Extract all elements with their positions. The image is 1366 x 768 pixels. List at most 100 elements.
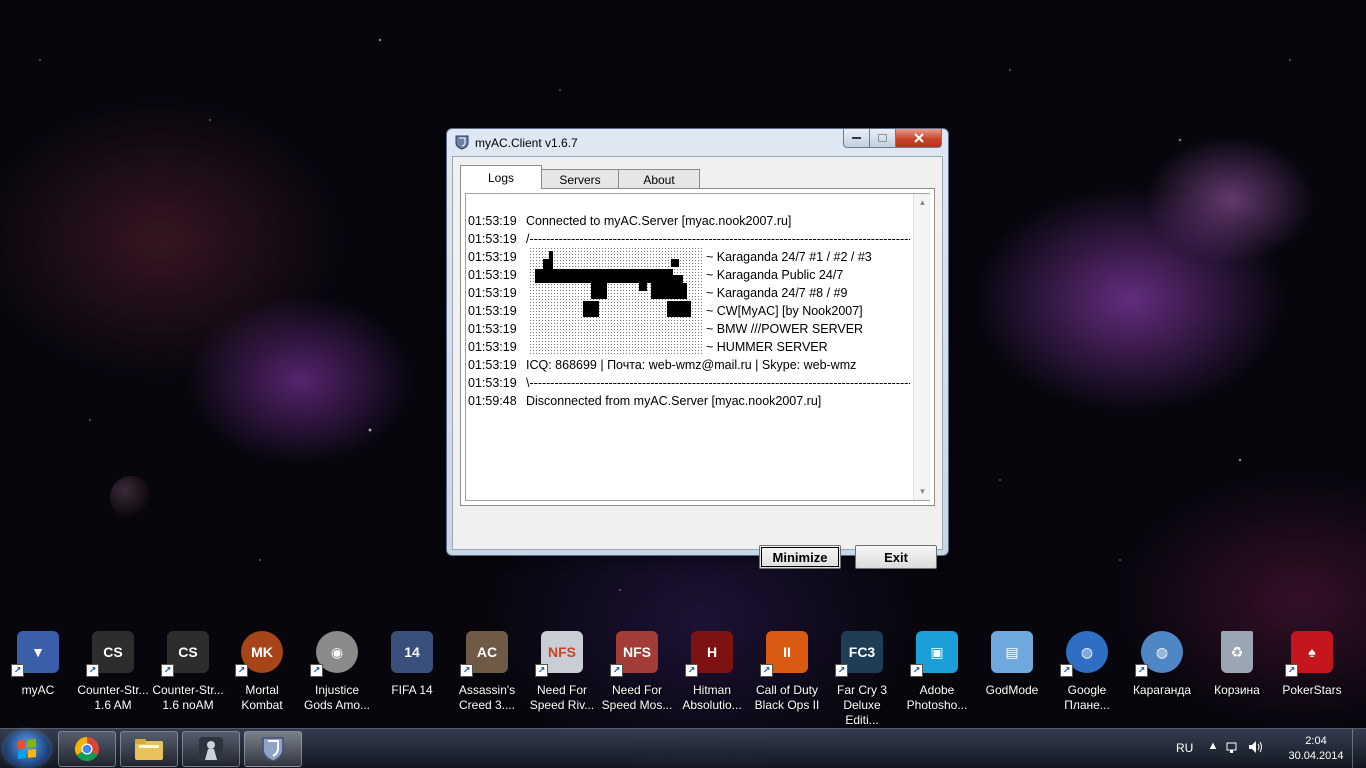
shield-icon: [262, 737, 284, 762]
log-message: \---------------------------------------…: [526, 376, 910, 390]
log-time: 01:53:19: [468, 286, 517, 300]
window-minimize-button[interactable]: [843, 129, 870, 148]
shortcut-arrow-icon: ↗: [835, 664, 848, 677]
taskbar-item-chrome[interactable]: [58, 731, 116, 767]
recycle-bin-icon: ♻: [1221, 631, 1253, 673]
disc-icon: ◉ ↗: [310, 631, 358, 677]
fc3-icon: FC3 ↗: [835, 631, 883, 677]
myac-client-window: myAC.Client v1.6.7 Logs Servers About 01…: [446, 128, 949, 569]
desktop-icon-label: Need For Speed Mos...: [601, 683, 673, 712]
wallpaper-planet: [110, 476, 152, 518]
desktop-icon-label: PokerStars: [1282, 683, 1342, 697]
scroll-up-arrow-icon[interactable]: ▲: [914, 194, 931, 211]
desktop-icon-counter-strike-am[interactable]: CS ↗ Counter-Str... 1.6 AM: [76, 628, 150, 713]
desktop-icon-nfs-rivals[interactable]: NFS ↗ Need For Speed Riv...: [525, 628, 599, 713]
desktop-icon-pokerstars[interactable]: ♠ ↗ PokerStars: [1275, 628, 1349, 698]
scroll-down-arrow-icon[interactable]: ▼: [914, 483, 931, 500]
log-textbox[interactable]: 01:53:19 Connected to myAC.Server [myac.n…: [465, 193, 930, 501]
cs-icon: CS ↗: [161, 631, 209, 677]
desktop-icon-label: Mortal Kombat: [241, 683, 283, 712]
desktop-icon-fifa14[interactable]: 14 FIFA 14: [375, 628, 449, 698]
nfs-icon: NFS ↗: [535, 631, 583, 677]
desktop-icon-label: Counter-Str... 1.6 AM: [77, 683, 149, 712]
tab-about[interactable]: About: [618, 169, 700, 189]
desktop-icon-far-cry-3[interactable]: FC3 ↗ Far Cry 3 Deluxe Editi...: [825, 628, 899, 728]
desktop-icon-counter-strike-noam[interactable]: CS ↗ Counter-Str... 1.6 noAM: [151, 628, 225, 713]
log-time: 01:59:48: [468, 394, 517, 408]
globe-icon: ◍ ↗: [1135, 631, 1183, 677]
start-button[interactable]: [4, 731, 50, 767]
windows-logo-icon: [18, 739, 36, 759]
desktop-icon-label: Hitman Absolutio...: [682, 683, 742, 712]
desktop-icon-label: Assassin's Creed 3....: [458, 683, 516, 712]
network-icon[interactable]: [1226, 740, 1240, 756]
desktop-icon-nfs-most-wanted[interactable]: NFS ↗ Need For Speed Mos...: [600, 628, 674, 713]
photoshop-icon: ▣ ↗: [910, 631, 958, 677]
desktop-icon-label: Need For Speed Riv...: [529, 683, 595, 712]
maximize-icon: [877, 133, 887, 142]
clock[interactable]: 2:04 30.04.2014: [1284, 734, 1348, 764]
cod-icon: II ↗: [760, 631, 808, 677]
desktop-icon-injustice[interactable]: ◉ ↗ Injustice Gods Amo...: [300, 628, 374, 713]
close-icon: [913, 133, 924, 143]
desktop-icon-label: Корзина: [1214, 683, 1260, 697]
log-line: 01:53:19 \-------------------------------…: [468, 374, 910, 392]
window-close-button[interactable]: [896, 129, 942, 148]
shortcut-arrow-icon: ↗: [535, 664, 548, 677]
exit-button[interactable]: Exit: [855, 545, 937, 569]
assassin-icon: AC ↗: [460, 631, 508, 677]
desktop-icon-hitman[interactable]: H ↗ Hitman Absolutio...: [675, 628, 749, 713]
logs-panel: 01:53:19 Connected to myAC.Server [myac.n…: [460, 188, 935, 506]
shortcut-arrow-icon: ↗: [1060, 664, 1073, 677]
taskbar-item-explorer[interactable]: [120, 731, 178, 767]
tab-strip: Logs Servers About: [460, 165, 700, 189]
log-time: 01:53:19: [468, 376, 517, 390]
pokerstars-icon: ♠ ↗: [1285, 631, 1333, 677]
taskbar: RU ▲ 2:04 30.04.2014: [0, 728, 1366, 768]
show-desktop-button[interactable]: [1352, 729, 1366, 768]
language-indicator[interactable]: RU: [1176, 741, 1193, 755]
log-line: 01:59:48 Disconnected from myAC.Server [m…: [468, 392, 910, 410]
desktop-icon-photoshop[interactable]: ▣ ↗ Adobe Photosho...: [900, 628, 974, 713]
desktop-icon-label: Adobe Photosho...: [906, 683, 968, 712]
log-message: ~ CW[MyAC] [by Nook2007]: [706, 304, 863, 318]
show-hidden-icons-icon[interactable]: ▲: [1206, 740, 1220, 756]
tab-logs[interactable]: Logs: [460, 165, 542, 189]
desktop-icon-mortal-kombat[interactable]: MK ↗ Mortal Kombat: [225, 628, 299, 713]
log-line: 01:53:19 Connected to myAC.Server [myac.n…: [468, 212, 910, 230]
shortcut-arrow-icon: ↗: [310, 664, 323, 677]
taskbar-item-counter-strike[interactable]: [182, 731, 240, 767]
log-message: ICQ: 868699 | Почта: web-wmz@mail.ru | S…: [526, 358, 857, 372]
log-message: ~ BMW ///POWER SERVER: [706, 322, 864, 336]
clock-time: 2:04: [1305, 735, 1327, 747]
nfs-icon: NFS ↗: [610, 631, 658, 677]
minimize-button[interactable]: Minimize: [759, 545, 841, 569]
desktop-icon-google-earth[interactable]: ◍ ↗ Google Плане...: [1050, 628, 1124, 713]
shield-icon: [455, 135, 469, 150]
log-line: 01:53:19 ICQ: 868699 | Почта: web-wmz@mai…: [468, 356, 910, 374]
shortcut-arrow-icon: ↗: [11, 664, 24, 677]
volume-icon[interactable]: [1248, 740, 1262, 756]
desktop-icon-godmode[interactable]: ▤ GodMode: [975, 628, 1049, 698]
desktop-icon-label: Counter-Str... 1.6 noAM: [152, 683, 224, 712]
hitman-icon: H ↗: [685, 631, 733, 677]
window-maximize-button[interactable]: [870, 129, 896, 148]
cs-icon: [199, 737, 223, 761]
desktop-icon-assassins-creed[interactable]: AC ↗ Assassin's Creed 3....: [450, 628, 524, 713]
taskbar-item-myac[interactable]: [244, 731, 302, 767]
desktop-icon-myac[interactable]: ▼ ↗ myAC: [1, 628, 75, 698]
log-time: 01:53:19: [468, 250, 517, 264]
desktop-icon-recycle-bin[interactable]: ♻ Корзина: [1200, 628, 1274, 698]
control-panel-icon: ▤: [991, 631, 1033, 673]
tab-servers[interactable]: Servers: [541, 169, 619, 189]
log-message: Connected to myAC.Server [myac.nook2007.…: [526, 214, 792, 228]
log-message: ~ HUMMER SERVER: [706, 340, 828, 354]
desktop-icon-karaganda[interactable]: ◍ ↗ Караганда: [1125, 628, 1199, 698]
shortcut-arrow-icon: ↗: [1135, 664, 1148, 677]
desktop-icon-label: Far Cry 3 Deluxe Editi...: [836, 683, 887, 727]
title-bar[interactable]: myAC.Client v1.6.7: [447, 129, 948, 155]
desktop-icon-black-ops-2[interactable]: II ↗ Call of Duty Black Ops II: [750, 628, 824, 713]
shortcut-arrow-icon: ↗: [610, 664, 623, 677]
fifa-icon: 14: [391, 631, 433, 673]
log-scrollbar[interactable]: ▲ ▼: [913, 194, 930, 500]
